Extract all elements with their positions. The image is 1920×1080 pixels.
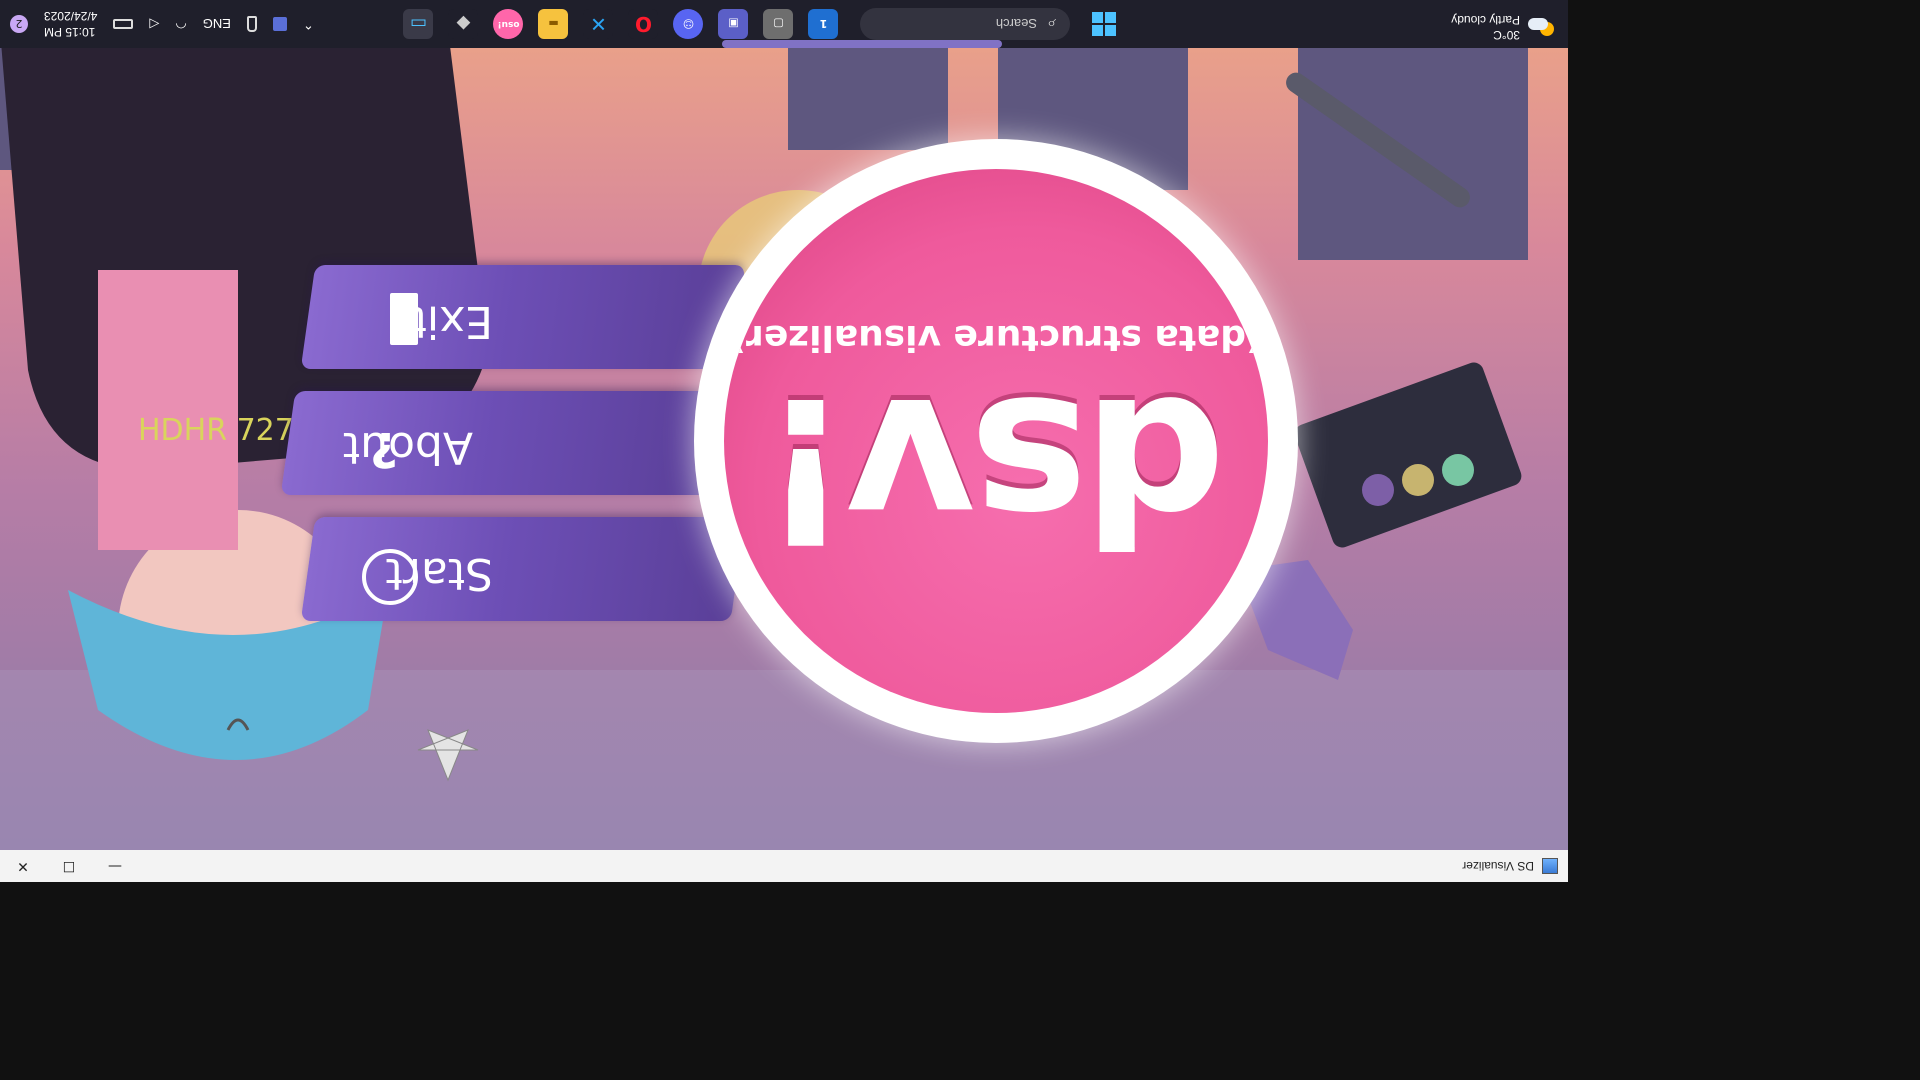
vscode-icon[interactable]: ✕ [583, 9, 614, 39]
search-placeholder: Search [995, 16, 1038, 32]
clock-date: 4/24/2023 [44, 9, 98, 23]
usb-icon[interactable] [246, 16, 257, 32]
minimize-button[interactable]: — [92, 850, 138, 882]
battery-icon[interactable] [113, 19, 134, 29]
window-controls: — ☐ ✕ [0, 850, 138, 882]
taskbar-apps: ⌕ Search 1 ▢ ▣ ☺ O ✕ ▬ osu! ◆ ▭ [396, 4, 1116, 44]
app-icon [1542, 858, 1558, 874]
app-client-area: HDHR 727 Start ? About Exit dsv! (data s… [0, 48, 1568, 850]
system-tray: ⌃ ENG ◠ ◁ 10:15 PM 4/24/2023 2 [10, 0, 322, 48]
wifi-icon[interactable]: ◠ [175, 16, 186, 32]
palette [1294, 362, 1522, 548]
start-menu-button[interactable] [1092, 12, 1116, 36]
partly-cloudy-icon [1528, 16, 1556, 38]
close-button[interactable]: ✕ [0, 850, 46, 882]
start-label: Start [385, 548, 494, 599]
tray-app-icon[interactable] [272, 17, 287, 31]
maximize-button[interactable]: ☐ [46, 850, 92, 882]
logo-title: dsv! [766, 352, 1226, 585]
clock-time: 10:15 PM [44, 25, 96, 39]
window-titlebar[interactable]: DS Visualizer — ☐ ✕ [0, 849, 1568, 882]
about-button[interactable]: ? About [280, 391, 726, 495]
taskbar: 30°C Partly cloudy ⌕ Search 1 ▢ ▣ ☺ O ✕ … [0, 0, 1568, 48]
onepassword-icon[interactable]: 1 [808, 9, 839, 39]
window-title: DS Visualizer [1462, 859, 1534, 873]
character-shirt-text: HDHR 727 [138, 413, 294, 448]
weather-temperature: 30°C [1493, 28, 1520, 42]
weather-widget[interactable]: 30°C Partly cloudy [1451, 12, 1556, 42]
language-indicator[interactable]: ENG [203, 17, 231, 32]
screen: DS Visualizer — ☐ ✕ HDHR 727 Start ? Abo… [0, 0, 1568, 882]
logo: dsv! (data structure visualizer) [724, 169, 1268, 713]
osu-icon[interactable]: osu! [493, 9, 524, 39]
exit-button[interactable]: Exit [300, 265, 746, 369]
volume-icon[interactable]: ◁ [149, 16, 159, 32]
palette-dot [1362, 474, 1394, 506]
palette-dot [1402, 464, 1434, 496]
search-box[interactable]: ⌕ Search [860, 8, 1070, 40]
file-explorer-icon[interactable]: ▭ [403, 9, 434, 39]
opera-icon[interactable]: O [628, 9, 659, 39]
search-icon: ⌕ [1047, 15, 1056, 34]
building-mid-2 [788, 48, 948, 150]
inkscape-icon[interactable]: ◆ [448, 9, 479, 39]
about-label: About [342, 422, 473, 473]
weather-condition: Partly cloudy [1451, 13, 1520, 27]
chevron-up-icon[interactable]: ⌃ [303, 16, 314, 32]
character-jacket [98, 270, 238, 550]
notification-badge[interactable]: 2 [10, 15, 28, 33]
window-app-icon[interactable]: ▢ [763, 9, 794, 39]
discord-icon[interactable]: ☺ [673, 9, 704, 39]
teams-icon[interactable]: ▣ [718, 9, 749, 39]
palette-dot [1442, 454, 1474, 486]
exit-label: Exit [409, 296, 493, 347]
clock[interactable]: 10:15 PM 4/24/2023 [44, 8, 97, 40]
start-button[interactable]: Start [300, 517, 746, 621]
logo-subtitle: (data structure visualizer) [729, 317, 1263, 358]
folder-icon[interactable]: ▬ [538, 9, 569, 39]
